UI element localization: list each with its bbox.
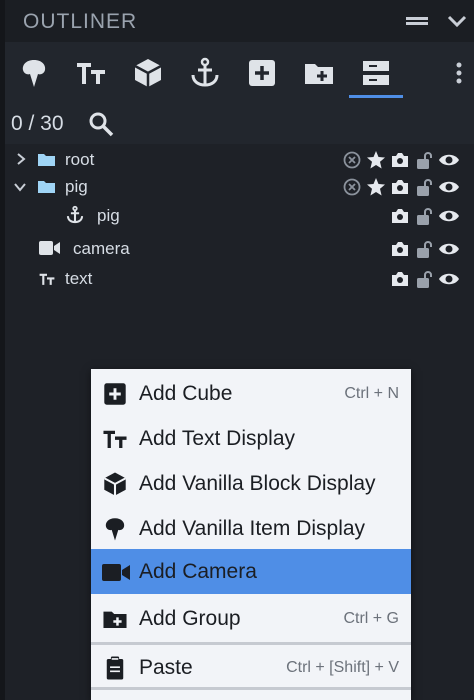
eye-icon[interactable] (438, 177, 459, 197)
outliner-panel: OUTLINER 0 / 30 root pig pig camera text… (0, 0, 474, 700)
folder-icon (38, 180, 55, 198)
lock-open-icon[interactable] (414, 206, 434, 226)
row-actions (342, 150, 460, 172)
menu-item-label: Add Text Display (139, 427, 296, 450)
eye-icon[interactable] (438, 150, 459, 170)
add-folder-icon[interactable] (302, 56, 336, 90)
chevron-right-icon[interactable] (15, 152, 27, 171)
tree-row-label: camera (73, 239, 130, 258)
menu-item-add-text-display[interactable]: Add Text Display (91, 416, 411, 461)
menu-item-shortcut: Ctrl + [Shift] + V (286, 659, 399, 676)
menu-item-label: Add Vanilla Block Display (139, 472, 376, 495)
tree-row[interactable]: text (5, 265, 474, 293)
clipboard-icon (101, 654, 129, 682)
camera-icon[interactable] (390, 177, 410, 197)
tree-row-label: text (65, 269, 93, 288)
search-icon[interactable] (87, 110, 115, 138)
tree-row-label: pig (65, 177, 88, 196)
add-folder-icon (101, 605, 129, 633)
chevron-down-icon[interactable] (445, 10, 469, 32)
anchor-icon[interactable] (188, 56, 222, 90)
menu-item-add-group[interactable]: Add Group Ctrl + G (91, 596, 411, 641)
tree-row[interactable]: root (5, 146, 474, 174)
close-circle-icon[interactable] (342, 150, 362, 170)
lock-open-icon[interactable] (414, 177, 434, 197)
ice-cream-icon (101, 515, 129, 543)
text-format-icon[interactable] (74, 56, 108, 90)
menu-item-shortcut: Ctrl + N (344, 385, 399, 402)
menu-item-add-cube[interactable]: Add Cube Ctrl + N (91, 371, 411, 416)
ice-cream-icon[interactable] (17, 56, 51, 90)
menu-divider (91, 687, 411, 690)
menu-item-add-vanilla-block-display[interactable]: Add Vanilla Block Display (91, 461, 411, 506)
lock-open-icon[interactable] (414, 150, 434, 170)
menu-item-label: Paste (139, 656, 193, 679)
menu-item-add-vanilla-item-display[interactable]: Add Vanilla Item Display (91, 506, 411, 551)
outliner-toolbar (5, 42, 474, 104)
menu-item-add-camera[interactable]: Add Camera (91, 549, 411, 594)
add-box-icon (101, 380, 129, 408)
selection-counter: 0 / 30 (11, 112, 64, 135)
text-format-icon (101, 425, 129, 453)
chevron-down-icon[interactable] (13, 180, 27, 198)
more-vert-icon[interactable] (452, 56, 466, 90)
folder-icon (38, 153, 55, 171)
tree-row[interactable]: pig (5, 202, 474, 230)
cube-icon (101, 470, 129, 498)
tree-row-label: root (65, 150, 95, 169)
tree-row[interactable]: pig (5, 173, 474, 201)
videocam-icon (101, 558, 130, 586)
cube-icon[interactable] (131, 56, 165, 90)
eye-icon[interactable] (438, 239, 459, 259)
lock-open-icon[interactable] (414, 239, 434, 259)
menu-item-shortcut: Ctrl + G (343, 610, 399, 627)
row-actions (390, 269, 460, 291)
list-icon[interactable] (359, 56, 393, 90)
menu-item-label: Add Group (139, 607, 241, 630)
active-tool-indicator (349, 95, 403, 98)
menu-item-label: Add Cube (139, 382, 233, 405)
eye-icon[interactable] (438, 206, 459, 226)
collapse-icon[interactable] (405, 10, 429, 32)
lock-open-icon[interactable] (414, 269, 434, 289)
add-box-icon[interactable] (245, 56, 279, 90)
eye-icon[interactable] (438, 269, 459, 289)
row-actions (390, 206, 460, 228)
close-circle-icon[interactable] (342, 177, 362, 197)
star-icon[interactable] (366, 150, 386, 170)
text-format-icon (37, 270, 57, 293)
menu-item-paste[interactable]: Paste Ctrl + [Shift] + V (91, 645, 411, 690)
row-actions (390, 239, 460, 261)
videocam-icon (39, 240, 61, 261)
panel-title: OUTLINER (23, 10, 138, 33)
context-menu: Add Cube Ctrl + N Add Text Display Add V… (91, 369, 411, 700)
tree-row-label: pig (97, 206, 120, 225)
panel-titlebar: OUTLINER (5, 0, 474, 42)
camera-icon[interactable] (390, 150, 410, 170)
row-actions (342, 177, 460, 199)
menu-item-label: Add Vanilla Item Display (139, 517, 366, 540)
camera-icon[interactable] (390, 269, 410, 289)
star-icon[interactable] (366, 177, 386, 197)
camera-icon[interactable] (390, 206, 410, 226)
camera-icon[interactable] (390, 239, 410, 259)
counter-row: 0 / 30 (5, 104, 474, 144)
tree-row[interactable]: camera (5, 235, 474, 263)
anchor-icon (65, 205, 85, 230)
menu-item-label: Add Camera (139, 560, 257, 583)
